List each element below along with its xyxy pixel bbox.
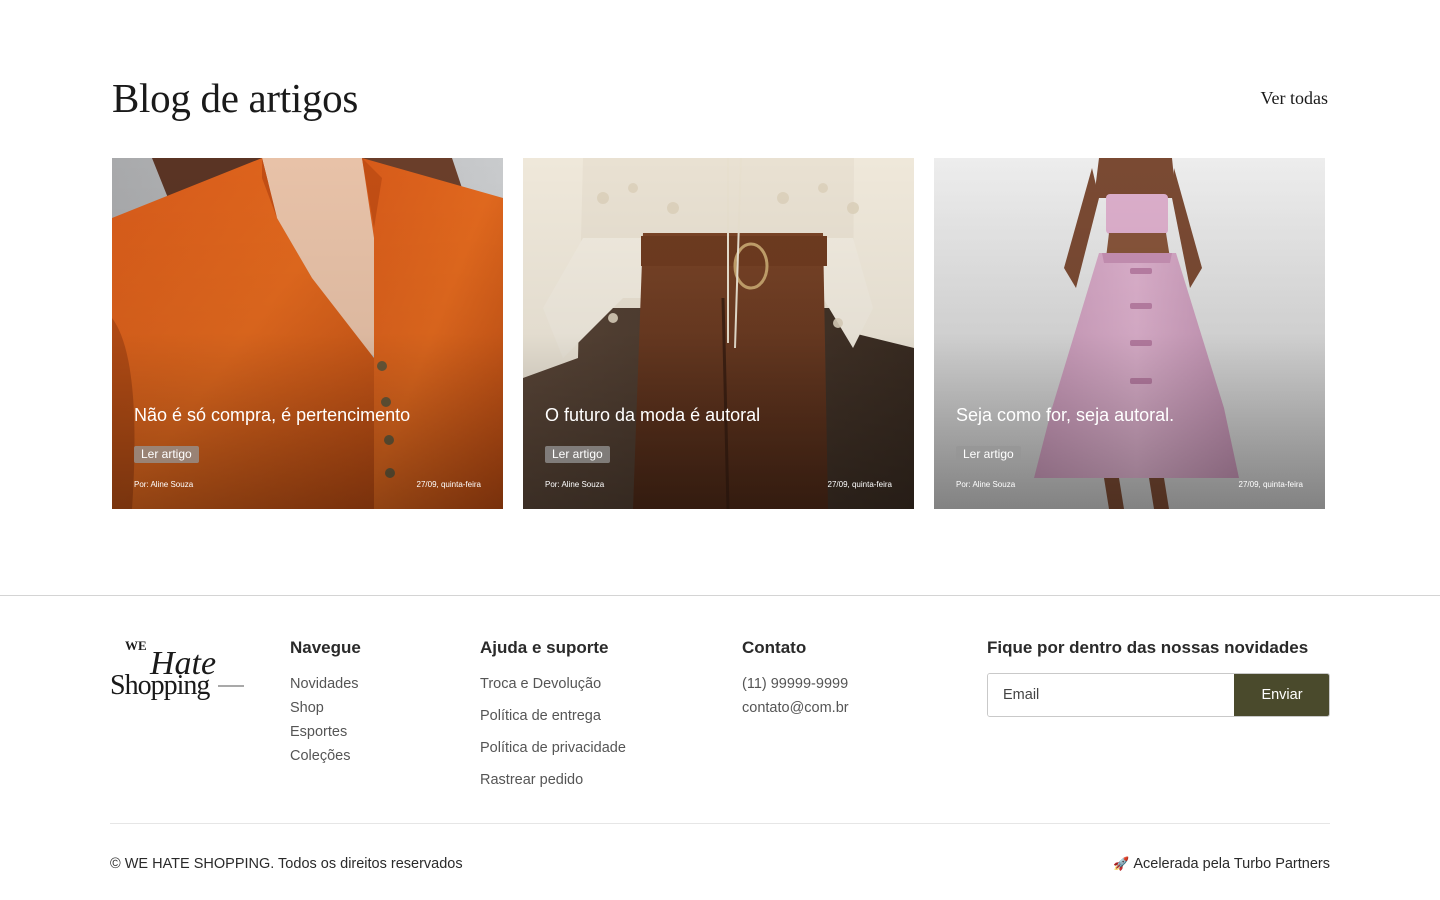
footer-link-novidades[interactable]: Novidades (290, 676, 359, 692)
footer-link-delivery-policy[interactable]: Política de entrega (480, 708, 601, 724)
blog-card[interactable]: O futuro da moda é autoral Ler artigo Po… (523, 158, 914, 509)
contact-phone[interactable]: (11) 99999-9999 (742, 676, 848, 692)
footer-heading-help: Ajuda e suporte (480, 638, 609, 657)
footer-heading-navigate: Navegue (290, 638, 361, 657)
footer-link-privacy-policy[interactable]: Política de privacidade (480, 740, 626, 756)
footer-divider (0, 595, 1440, 596)
footer-heading-contact: Contato (742, 638, 807, 657)
we-hate-shopping-logo[interactable]: WE Hate Shopping (110, 634, 245, 704)
card-title: Seja como for, seja autoral. (956, 405, 1175, 425)
read-article-button[interactable]: Ler artigo (545, 446, 610, 463)
svg-text:Shopping: Shopping (110, 670, 210, 701)
blog-card[interactable]: Seja como for, seja autoral. Ler artigo … (934, 158, 1325, 509)
card-title: O futuro da moda é autoral (545, 405, 761, 425)
newsletter-submit-button[interactable]: Enviar (1234, 674, 1329, 716)
footer-link-track-order[interactable]: Rastrear pedido (480, 772, 583, 788)
rocket-icon: 🚀 (1113, 856, 1130, 871)
blog-title: Blog de artigos (112, 75, 359, 121)
view-all-link[interactable]: Ver todas (1261, 88, 1328, 109)
card-author: Por: Aline Souza (956, 480, 1016, 489)
card-author: Por: Aline Souza (545, 480, 605, 489)
footer-heading-newsletter: Fique por dentro das nossas novidades (987, 638, 1309, 657)
blog-header: Blog de artigos Ver todas (112, 74, 1328, 130)
footer-link-shop[interactable]: Shop (290, 700, 324, 716)
card-date: 27/09, quinta-feira (1238, 480, 1304, 489)
footer-link-returns[interactable]: Troca e Devolução (480, 676, 601, 692)
blog-card[interactable]: Não é só compra, é pertencimento Ler art… (112, 158, 503, 509)
read-article-button[interactable]: Ler artigo (134, 446, 199, 463)
footer-link-esportes[interactable]: Esportes (290, 724, 347, 740)
svg-text:WE: WE (125, 638, 147, 653)
newsletter-form: Enviar (987, 673, 1330, 717)
card-date: 27/09, quinta-feira (827, 480, 893, 489)
credit-text: Acelerada pela Turbo Partners (1133, 856, 1330, 872)
blog-cards: Não é só compra, é pertencimento Ler art… (112, 158, 1325, 509)
card-date: 27/09, quinta-feira (416, 480, 482, 489)
card-author: Por: Aline Souza (134, 480, 194, 489)
credit-link[interactable]: 🚀 Acelerada pela Turbo Partners (1113, 856, 1330, 872)
read-article-button[interactable]: Ler artigo (956, 446, 1021, 463)
contact-email[interactable]: contato@com.br (742, 700, 849, 716)
newsletter-email-input[interactable] (988, 674, 1234, 716)
logo-mark: WE Hate Shopping (110, 638, 244, 701)
card-title: Não é só compra, é pertencimento (134, 405, 411, 425)
bottom-divider (110, 823, 1330, 824)
footer-link-colecoes[interactable]: Coleções (290, 748, 350, 764)
copyright-text: © WE HATE SHOPPING. Todos os direitos re… (110, 856, 463, 872)
